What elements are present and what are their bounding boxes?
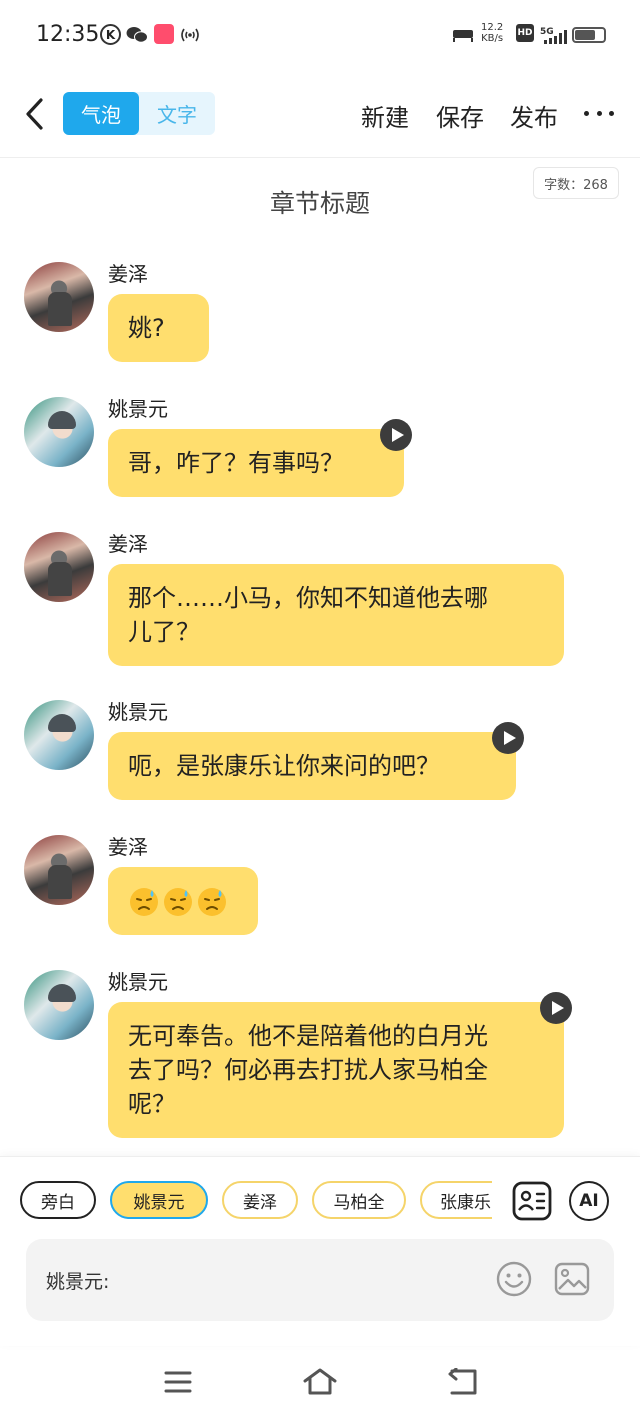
status-time: 12:35 <box>36 22 100 47</box>
message-bubble[interactable] <box>108 867 258 935</box>
chapter-title[interactable]: 章节标题 <box>0 184 640 220</box>
avatar[interactable] <box>24 262 94 332</box>
image-icon[interactable] <box>554 1261 590 1297</box>
nfc-icon <box>178 24 202 46</box>
character-chip-row: 旁白 姚景元 姜泽 马柏全 张康乐 <box>20 1181 492 1221</box>
emoji-icon[interactable] <box>496 1261 532 1297</box>
hd-voice-icon: HD <box>516 24 534 42</box>
downcast-sweat-emoji-icon <box>198 888 226 916</box>
dialogue-input[interactable]: 姚景元: <box>26 1239 614 1321</box>
downcast-sweat-emoji-icon <box>164 888 192 916</box>
message-bubble[interactable]: 哥，咋了？有事吗？ <box>108 429 404 497</box>
avatar[interactable] <box>24 700 94 770</box>
avatar[interactable] <box>24 532 94 602</box>
back-icon[interactable] <box>444 1366 480 1398</box>
chevron-left-icon <box>26 98 43 130</box>
app-notification-icon <box>154 24 174 44</box>
wechat-icon <box>126 24 148 46</box>
message-bubble[interactable]: 无可奉告。他不是陪着他的白月光 去了吗？何必再去打扰人家马柏全 呢？ <box>108 1002 564 1138</box>
signal-5g-icon: 5G <box>540 24 568 46</box>
message-bubble[interactable]: 呃，是张康乐让你来问的吧？ <box>108 732 516 800</box>
speaker-name: 姚景元 <box>108 397 168 421</box>
publish-button[interactable]: 发布 <box>510 98 558 133</box>
chip-zhang-kangle[interactable]: 张康乐 <box>420 1181 492 1219</box>
message-text-line: 儿了？ <box>128 618 200 646</box>
message-text: 哥，咋了？有事吗？ <box>128 449 344 477</box>
play-audio-icon[interactable] <box>492 722 524 754</box>
message-bubble[interactable]: 那个……小马，你知不知道他去哪 儿了？ <box>108 564 564 666</box>
avatar[interactable] <box>24 970 94 1040</box>
chip-ma-boquan[interactable]: 马柏全 <box>312 1181 406 1219</box>
avatar[interactable] <box>24 835 94 905</box>
save-button[interactable]: 保存 <box>436 98 484 133</box>
k-app-icon: K <box>100 24 121 45</box>
message-text: 姚? <box>128 314 165 342</box>
message-text-line: 去了吗？何必再去打扰人家马柏全 <box>128 1056 488 1084</box>
network-speed-unit: KB/s <box>481 33 504 44</box>
speaker-name: 姜泽 <box>108 532 148 556</box>
message-text-line: 无可奉告。他不是陪着他的白月光 <box>128 1022 488 1050</box>
compose-panel: 旁白 姚景元 姜泽 马柏全 张康乐 AI 姚景元: <box>0 1156 640 1346</box>
editor-header: 气泡 文字 新建 保存 发布 <box>0 72 640 158</box>
system-nav-bar <box>0 1346 640 1422</box>
more-icon[interactable] <box>584 108 614 118</box>
speaker-name: 姚景元 <box>108 970 168 994</box>
network-speed-value: 12.2 <box>481 22 504 33</box>
ai-button[interactable]: AI <box>569 1181 609 1221</box>
tab-bubble[interactable]: 气泡 <box>63 92 139 135</box>
chip-jiang-ze[interactable]: 姜泽 <box>222 1181 298 1219</box>
sleep-mode-icon <box>452 24 474 46</box>
status-bar: 12:35 K 12.2 KB/s HD 5G <box>0 0 640 72</box>
chip-yao-jingyuan[interactable]: 姚景元 <box>110 1181 208 1219</box>
play-audio-icon[interactable] <box>380 419 412 451</box>
speaker-name: 姜泽 <box>108 262 148 286</box>
avatar[interactable] <box>24 397 94 467</box>
play-audio-icon[interactable] <box>540 992 572 1024</box>
tab-text[interactable]: 文字 <box>139 92 215 135</box>
character-card-icon[interactable] <box>512 1181 552 1221</box>
chip-narration[interactable]: 旁白 <box>20 1181 96 1219</box>
input-speaker-prefix: 姚景元: <box>46 1271 110 1293</box>
network-speed: 12.2 KB/s <box>481 22 503 44</box>
message-text-line: 呢？ <box>128 1090 176 1118</box>
speaker-name: 姚景元 <box>108 700 168 724</box>
message-bubble[interactable]: 姚? <box>108 294 209 362</box>
speaker-name: 姜泽 <box>108 835 148 859</box>
home-icon[interactable] <box>302 1366 338 1398</box>
downcast-sweat-emoji-icon <box>130 888 158 916</box>
new-button[interactable]: 新建 <box>361 98 409 133</box>
battery-icon <box>572 27 606 43</box>
menu-icon[interactable] <box>160 1366 196 1398</box>
svg-text:5G: 5G <box>540 27 554 37</box>
message-text-line: 那个……小马，你知不知道他去哪 <box>128 584 488 612</box>
message-text: 呃，是张康乐让你来问的吧？ <box>128 752 440 780</box>
back-button[interactable] <box>16 92 52 136</box>
mode-switch: 气泡 文字 <box>63 92 215 135</box>
